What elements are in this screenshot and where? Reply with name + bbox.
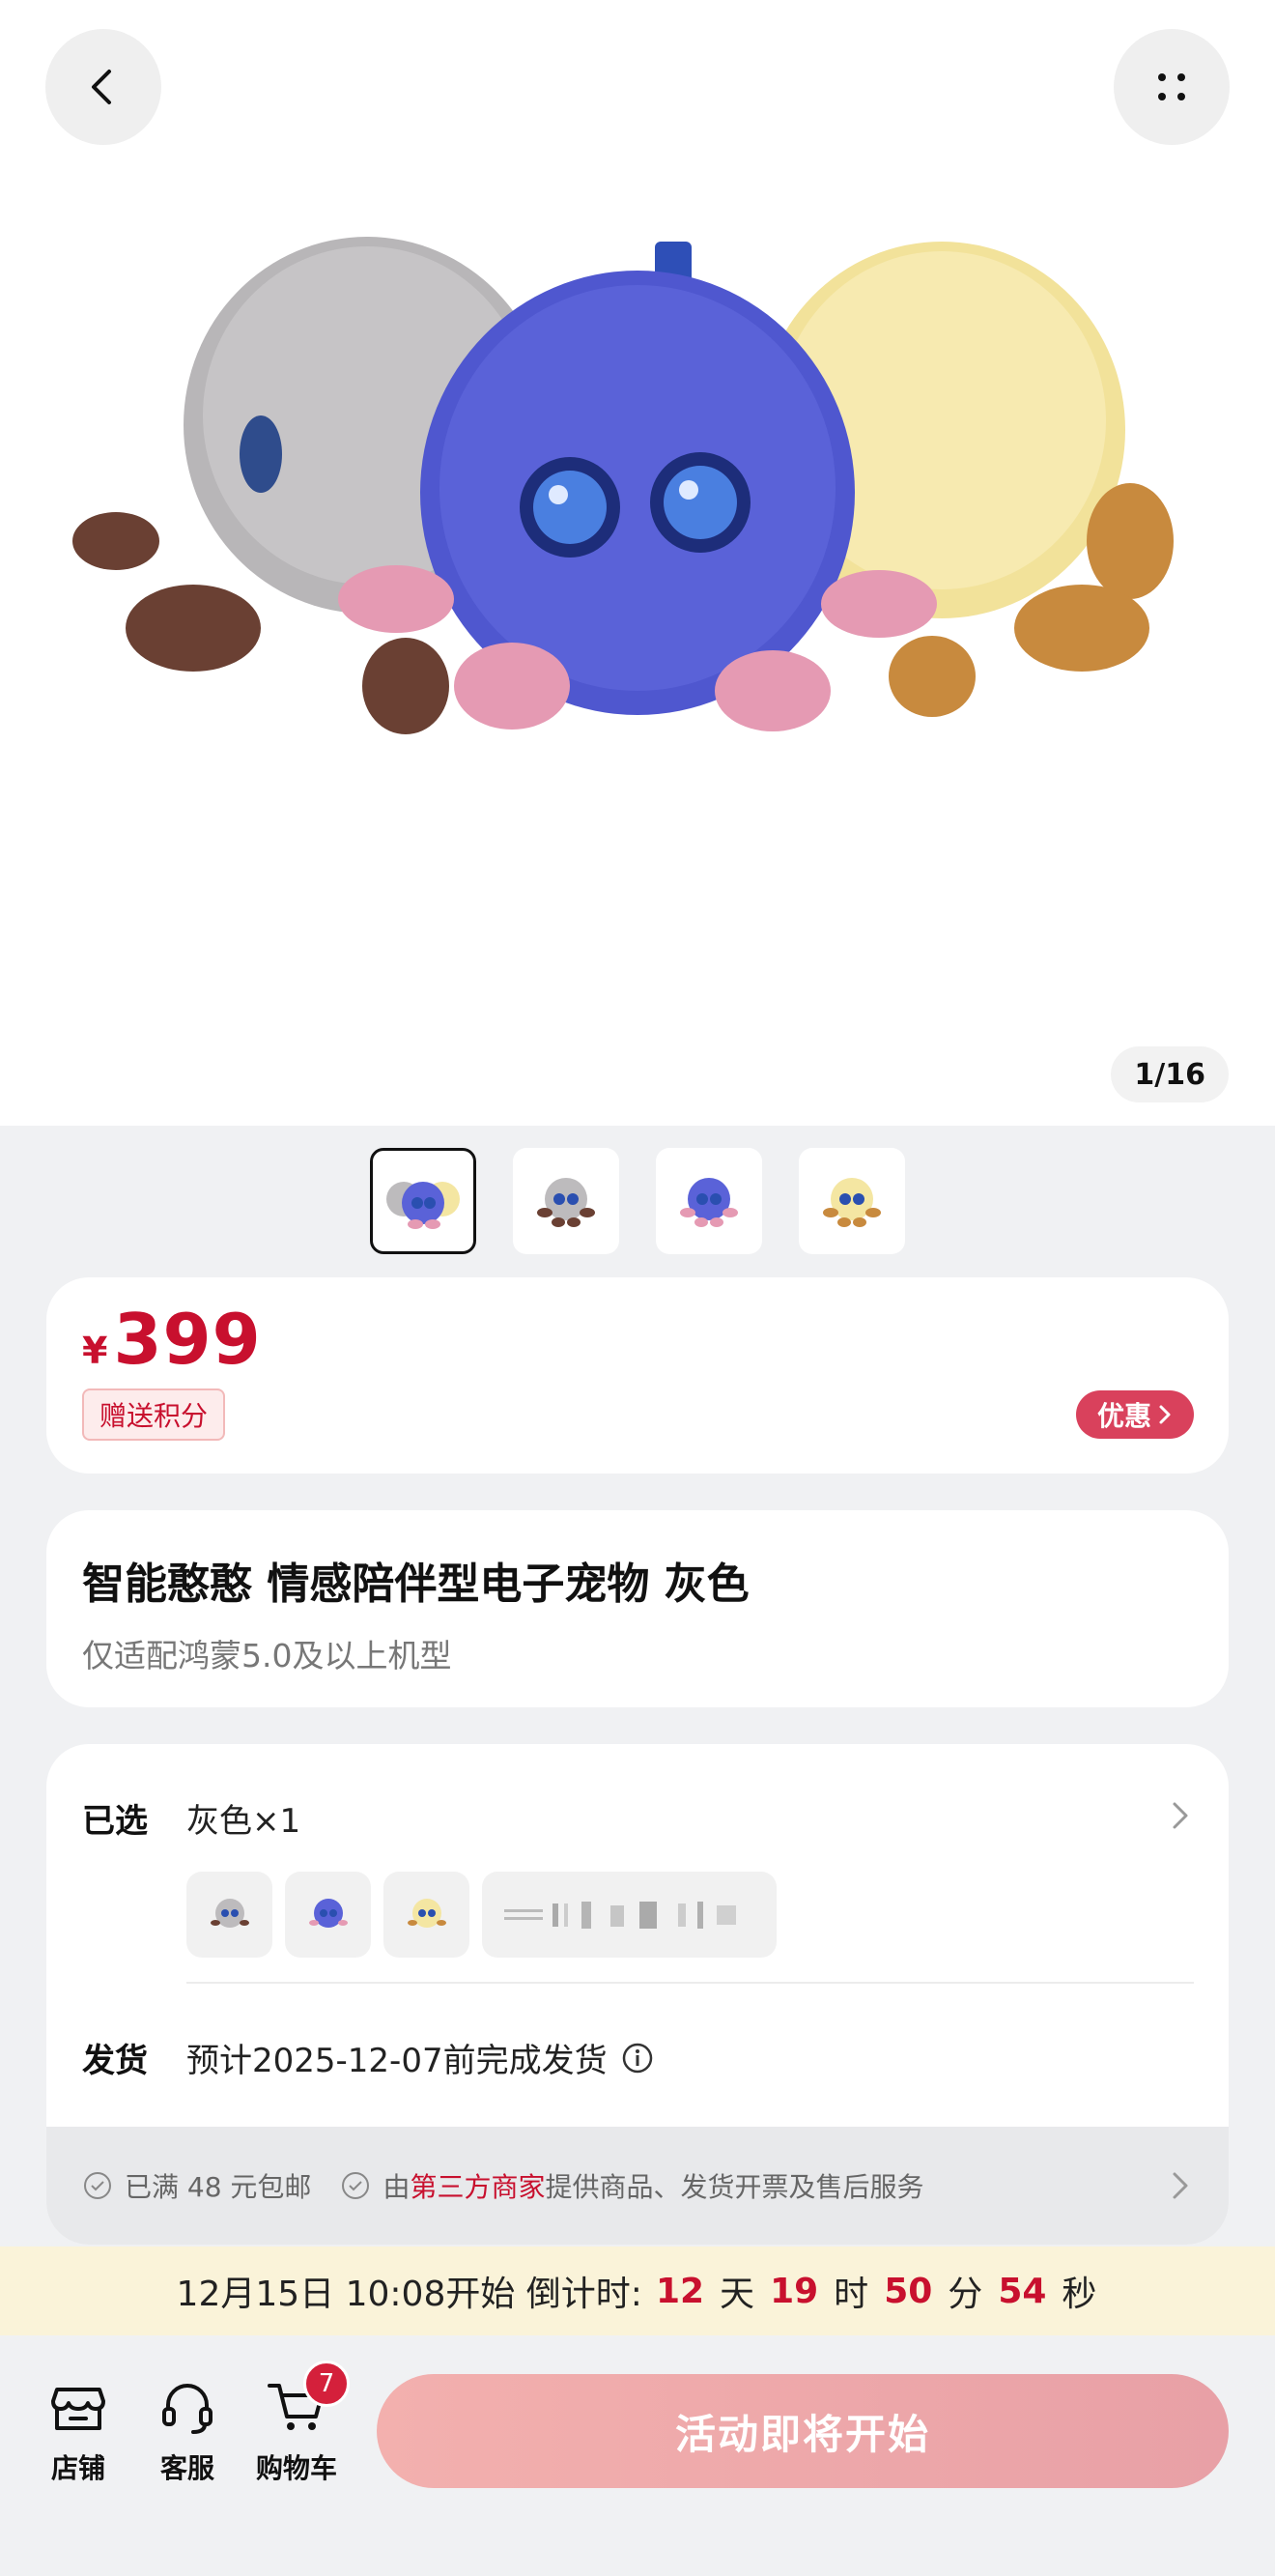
variant-blue[interactable] (285, 1872, 371, 1958)
more-button[interactable] (1114, 29, 1230, 145)
service-label: 客服 (159, 2452, 214, 2484)
headset-icon (162, 2384, 212, 2434)
countdown-days-unit: 天 (720, 2275, 755, 2314)
blurred-placeholder (503, 1901, 736, 1929)
store-button[interactable]: 店铺 (25, 2376, 131, 2486)
back-button[interactable] (45, 29, 161, 145)
product-gallery[interactable]: 1/16 (0, 0, 1275, 1126)
variant-options (186, 1872, 777, 1958)
product-image (72, 237, 1174, 734)
selected-value[interactable]: 灰色×1 (186, 1794, 300, 1842)
title-card: 智能憨憨 情感陪伴型电子宠物 灰色 仅适配鸿蒙5.0及以上机型 (46, 1510, 1229, 1707)
thumbnail-image (537, 1178, 595, 1227)
product-title: 智能憨憨 情感陪伴型电子宠物 灰色 (82, 1560, 750, 1609)
thumbnail-image (823, 1178, 881, 1227)
discount-button[interactable]: 优惠 (1075, 1390, 1194, 1439)
free-shipping-item: 已满 48 元包邮 (82, 2166, 311, 2205)
check-circle-icon (342, 2172, 370, 2199)
countdown-banner: 12月15日 10:08开始 倒计时: 12 天 19 时 50 分 54 秒 (0, 2247, 1275, 2335)
free-shipping-text: 已满 48 元包邮 (125, 2171, 312, 2203)
price-currency: ¥ (82, 1330, 108, 1372)
price-card: ¥ 399 赠送积分 优惠 (46, 1277, 1229, 1474)
price-amount: 399 (113, 1299, 262, 1380)
check-circle-icon (84, 2172, 111, 2199)
seller-info-item: 由第三方商家提供商品、发货开票及售后服务 (340, 2166, 923, 2205)
variant-yellow[interactable] (383, 1872, 469, 1958)
shipping-label: 发货 (82, 2042, 148, 2080)
chevron-right-icon[interactable] (1169, 1798, 1192, 1833)
chevron-right-icon[interactable] (1169, 2168, 1192, 2203)
seller-suffix: 提供商品、发货开票及售后服务 (545, 2171, 924, 2203)
service-bar[interactable]: 已满 48 元包邮 由第三方商家提供商品、发货开票及售后服务 (46, 2127, 1229, 2245)
cart-label: 购物车 (255, 2452, 337, 2484)
points-tag: 赠送积分 (82, 1388, 226, 1441)
customer-service-button[interactable]: 客服 (134, 2376, 241, 2486)
countdown-seconds: 54 (998, 2271, 1047, 2311)
shipping-value: 预计2025-12-07前完成发货 (186, 2042, 608, 2080)
variant-image (308, 1898, 348, 1928)
divider (186, 1982, 1194, 1984)
thumbnail-image (680, 1178, 738, 1227)
countdown-hours: 19 (770, 2271, 819, 2311)
bottom-action-bar: 店铺 客服 7 购物车 活动即将开始 (0, 2335, 1275, 2576)
cart-button[interactable]: 7 购物车 (243, 2361, 350, 2486)
store-icon (51, 2388, 105, 2430)
thumbnail-group[interactable] (370, 1148, 476, 1254)
countdown-minutes: 50 (884, 2271, 933, 2311)
countdown-seconds-unit: 秒 (1062, 2275, 1097, 2314)
price: ¥ 399 (82, 1299, 262, 1380)
store-label: 店铺 (50, 2452, 105, 2484)
chevron-right-icon (1159, 1405, 1171, 1424)
thumbnail-image (386, 1182, 460, 1229)
thumbnail-gray[interactable] (513, 1148, 619, 1254)
info-icon[interactable] (621, 2042, 654, 2075)
countdown-hours-unit: 时 (834, 2275, 869, 2314)
countdown-days: 12 (655, 2271, 705, 2311)
variant-image (210, 1898, 249, 1928)
spec-card: 已选 灰色×1 发货 预计2025-12-07前完成发货 已满 48 元包邮 由… (46, 1744, 1229, 2245)
cart-badge: 7 (303, 2361, 350, 2407)
selected-label: 已选 (82, 1802, 148, 1841)
discount-label: 优惠 (1096, 1400, 1151, 1432)
grid-dots-icon (1158, 73, 1185, 100)
variant-more[interactable] (482, 1872, 777, 1958)
thumbnail-yellow[interactable] (799, 1148, 905, 1254)
thumbnail-strip (370, 1148, 905, 1254)
thumbnail-blue[interactable] (656, 1148, 762, 1254)
countdown-prefix: 12月15日 10:08开始 倒计时: (176, 2275, 642, 2314)
gallery-page-counter: 1/16 (1111, 1046, 1229, 1102)
countdown-minutes-unit: 分 (948, 2275, 983, 2314)
chevron-left-icon (92, 70, 111, 104)
seller-prefix: 由 (382, 2171, 411, 2203)
variant-image (407, 1898, 446, 1928)
product-subtitle: 仅适配鸿蒙5.0及以上机型 (82, 1637, 452, 1674)
shipping-info: 预计2025-12-07前完成发货 (186, 2034, 654, 2081)
variant-gray[interactable] (186, 1872, 272, 1958)
activity-cta-button[interactable]: 活动即将开始 (377, 2374, 1229, 2488)
seller-info-text: 由第三方商家提供商品、发货开票及售后服务 (382, 2166, 923, 2205)
seller-highlight: 第三方商家 (410, 2171, 546, 2203)
